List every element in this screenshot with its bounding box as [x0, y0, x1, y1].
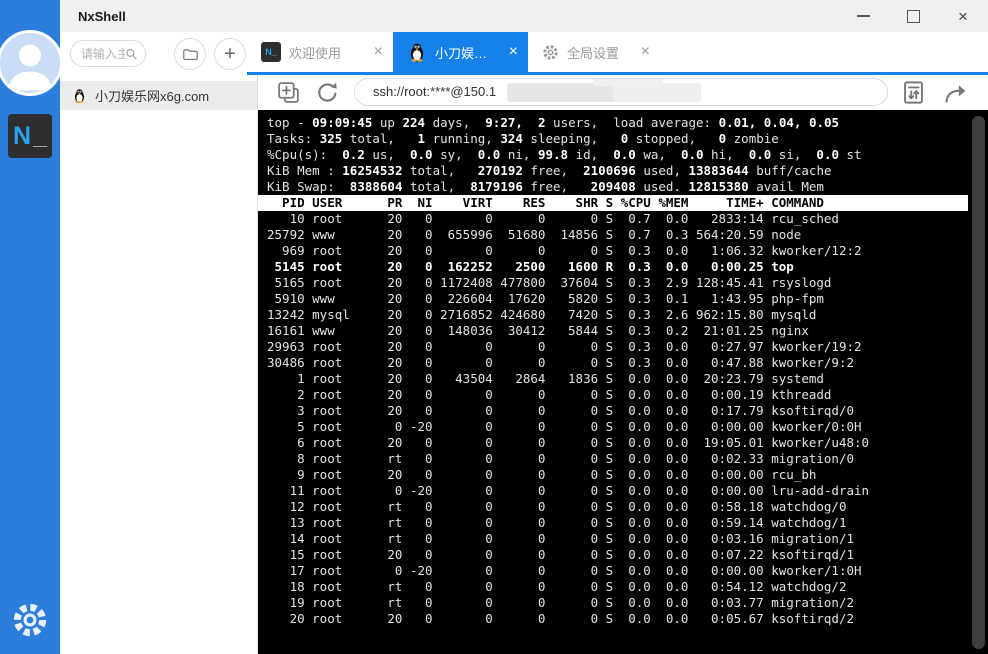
host-search-input[interactable]	[81, 46, 125, 61]
terminal-summary: top - 09:09:45 up 224 days, 9:27, 2 user…	[267, 115, 862, 194]
tab-welcome[interactable]: N _ 欢迎使用 ×	[247, 32, 393, 72]
tab-label: 全局设置	[567, 45, 620, 61]
minimize-button[interactable]	[838, 0, 888, 32]
terminal-scrollbar[interactable]	[972, 116, 985, 649]
tab-session-active[interactable]: 小刀娱乐... ×	[393, 32, 528, 72]
titlebar: NxShell ×	[60, 0, 988, 32]
session-list-panel: 小刀娱乐网x6g.com	[60, 75, 258, 654]
session-label: 小刀娱乐网x6g.com	[95, 89, 210, 104]
app-title: NxShell	[78, 8, 126, 24]
nxshell-window: N _ NxShell × 请输入主机 + N _ 欢迎使用 × 小刀娱乐...…	[0, 0, 988, 654]
tux-icon	[407, 42, 427, 62]
app-rail: N _	[0, 0, 63, 654]
avatar[interactable]	[0, 30, 63, 96]
tab-global-settings[interactable]: 全局设置 ×	[528, 32, 660, 72]
settings-gear-icon[interactable]	[11, 601, 49, 639]
share-session-icon[interactable]	[942, 79, 969, 106]
sftp-transfer-icon[interactable]	[900, 79, 927, 106]
nxshell-logo[interactable]: N _	[8, 114, 52, 158]
tab-close-icon[interactable]: ×	[370, 43, 383, 61]
search-icon	[126, 48, 137, 59]
terminal[interactable]: top - 09:09:45 up 224 days, 9:27, 2 user…	[258, 110, 988, 654]
duplicate-session-icon[interactable]	[276, 80, 301, 105]
gear-icon	[542, 44, 559, 61]
tux-icon	[72, 88, 87, 103]
nxshell-logo-icon: N _	[261, 42, 281, 62]
maximize-icon	[906, 9, 920, 23]
logo-text: N	[13, 121, 33, 150]
tab-close-icon[interactable]: ×	[505, 43, 518, 61]
minimize-icon	[856, 15, 870, 17]
content-area: 小刀娱乐网x6g.com ssh://root:****@150.1 top -…	[60, 75, 988, 654]
redacted-address-blur	[593, 79, 663, 86]
tab-label: 欢迎使用	[289, 45, 342, 61]
address-bar[interactable]: ssh://root:****@150.1	[354, 78, 888, 106]
toolbar-row: + N_ 欢迎使用 × 小刀娱乐... × 全局设置	[60, 32, 988, 75]
logo-underscore: _	[33, 121, 47, 150]
window-controls: ×	[838, 0, 988, 32]
add-session-button[interactable]: +	[214, 38, 246, 70]
tab-strip: N _ 欢迎使用 × 小刀娱乐... × 全局设置 ×	[247, 32, 988, 75]
close-window-button[interactable]: ×	[938, 0, 988, 32]
open-sessions-folder-button[interactable]	[174, 38, 206, 70]
maximize-button[interactable]	[888, 0, 938, 32]
host-search[interactable]	[70, 40, 146, 67]
folder-icon	[182, 48, 198, 60]
refresh-icon[interactable]	[314, 79, 341, 106]
connection-toolbar: ssh://root:****@150.1	[258, 75, 988, 110]
plus-icon: +	[224, 42, 236, 65]
session-list-item[interactable]: 小刀娱乐网x6g.com	[60, 81, 257, 110]
person-icon	[8, 44, 52, 91]
tab-close-icon[interactable]: ×	[637, 43, 650, 61]
tab-label: 小刀娱乐...	[435, 45, 497, 61]
process-rows: 10 root 20 0 0 0 0 S 0.7 0.0 2833:14 rcu…	[267, 211, 870, 626]
process-table-header: PID USER PR NI VIRT RES SHR S %CPU %MEM …	[258, 195, 968, 211]
main-area: NxShell × +	[60, 0, 988, 654]
close-icon: ×	[958, 6, 968, 26]
terminal-pane: ssh://root:****@150.1 top - 09:09:45 up …	[258, 75, 988, 654]
